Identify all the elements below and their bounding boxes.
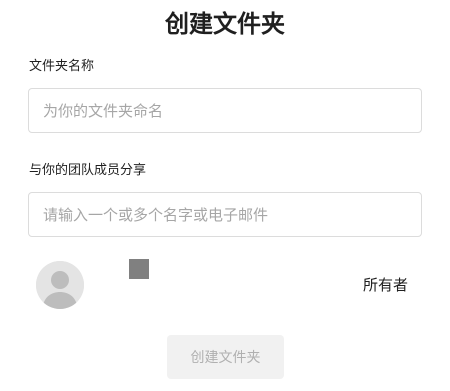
member-row: 所有者 bbox=[0, 257, 450, 313]
share-label: 与你的团队成员分享 bbox=[29, 163, 147, 178]
create-folder-button[interactable]: 创建文件夹 bbox=[167, 335, 284, 379]
folder-name-input[interactable] bbox=[28, 88, 422, 133]
member-role: 所有者 bbox=[362, 276, 408, 294]
folder-name-label: 文件夹名称 bbox=[29, 59, 95, 74]
create-folder-dialog: 创建文件夹 文件夹名称 与你的团队成员分享 所有者 创建文件夹 bbox=[0, 0, 450, 391]
member-color-swatch bbox=[129, 259, 149, 279]
dialog-title: 创建文件夹 bbox=[165, 10, 285, 38]
share-members-input[interactable] bbox=[28, 192, 422, 237]
default-user-avatar-icon bbox=[36, 261, 84, 309]
